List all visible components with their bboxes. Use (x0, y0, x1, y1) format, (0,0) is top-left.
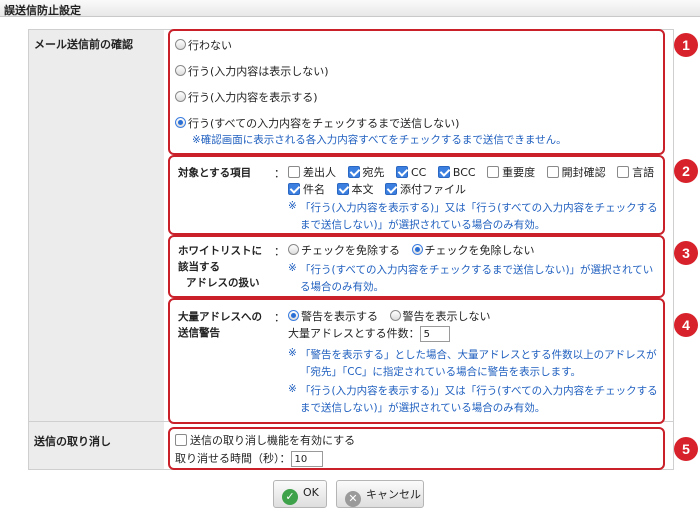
checkbox-checked-icon[interactable] (336, 183, 349, 195)
undo-time-input[interactable]: 10 (290, 451, 323, 467)
radio-selected-icon[interactable] (175, 117, 186, 128)
whitelist-options: チェックを免除する チェックを免除しない (288, 242, 535, 258)
whitelist-note-line2: る場合のみ有効。 (300, 281, 384, 293)
checkbox-icon[interactable] (617, 166, 630, 178)
checkbox-sender[interactable]: 差出人 (288, 166, 336, 179)
undo-send-box: 送信の取り消し機能を有効にする 取り消せる時間（秒）： 10 (168, 427, 665, 470)
mass-note2-line2: まで送信しない)」が選択されている場合のみ有効。 (300, 402, 546, 414)
checkbox-checked-icon[interactable] (347, 166, 360, 178)
mass-count-input[interactable]: 5 (419, 326, 450, 342)
whitelist-label-line3: アドレスの扱い (186, 277, 260, 289)
whitelist-box: ホワイトリストに 該当する アドレスの扱い ： チェックを免除する チェックを免… (168, 235, 665, 298)
whitelist-note-mark: ※ (288, 262, 297, 274)
close-icon: ✕ (345, 491, 361, 507)
mass-label-line2: 送信警告 (178, 327, 220, 339)
checkbox-checked-icon[interactable] (437, 166, 450, 178)
whitelist-note-line1: 「行う(すべての入力内容をチェックするまで送信しない)」が選択されてい (300, 264, 654, 276)
target-items-label: 対象とする項目 (178, 167, 252, 179)
cancel-button[interactable]: ✕ キャンセル (336, 480, 424, 508)
radio-icon[interactable] (175, 65, 186, 76)
row-label-confirm: メール送信前の確認 (34, 38, 133, 51)
mass-note1-line1: 「警告を表示する」とした場合、大量アドレスとする件数以上のアドレスが (300, 349, 657, 361)
checkbox-checked-icon[interactable] (288, 183, 300, 195)
marker-4: 4 (674, 313, 698, 337)
checkbox-read-receipt[interactable]: 開封確認 (546, 166, 606, 179)
radio-icon[interactable] (175, 39, 186, 50)
check-icon: ✓ (282, 489, 298, 505)
checkbox-cc[interactable]: CC (396, 166, 426, 179)
checkbox-icon[interactable] (288, 166, 300, 178)
colon: ： (274, 167, 285, 180)
dialog-title: 誤送信防止設定 (0, 0, 700, 17)
radio-selected-icon[interactable] (288, 310, 299, 321)
radio-not-exempt[interactable]: チェックを免除しない (411, 244, 535, 257)
mass-warning-box: 大量アドレスへの 送信警告 ： 警告を表示する 警告を表示しない 大量アドレスと… (168, 298, 665, 424)
colon: ： (274, 245, 285, 258)
whitelist-label-line2: 該当する (178, 261, 220, 273)
radio-icon[interactable] (389, 310, 401, 321)
radio-icon[interactable] (175, 91, 186, 102)
checkbox-body[interactable]: 本文 (336, 183, 374, 196)
mass-note1-mark: ※ (288, 347, 297, 359)
mass-note2-line1: 「行う(入力内容を表示する)」又は「行う(すべての入力内容をチェックする (300, 385, 658, 397)
mass-note1-line2: 「宛先」「CC」に指定されている場合に警告を表示します。 (300, 366, 582, 378)
label-column: メール送信前の確認 送信の取り消し (29, 30, 673, 469)
confirm-option-display[interactable]: 行う(入力内容を表示する) (175, 89, 318, 105)
mass-count-label: 大量アドレスとする件数： (288, 327, 420, 340)
radio-exempt[interactable]: チェックを免除する (288, 244, 400, 257)
undo-time-row: 取り消せる時間（秒）： 10 (175, 450, 323, 467)
undo-checkbox[interactable]: 送信の取り消し機能を有効にする (175, 432, 355, 448)
checkbox-to[interactable]: 宛先 (347, 166, 385, 179)
checkbox-icon[interactable] (487, 166, 500, 178)
checkbox-icon[interactable] (546, 166, 559, 178)
confirm-note: ※確認画面に表示される各入力内容すべてをチェックするまで送信できません。 (192, 134, 567, 146)
mass-count-row: 大量アドレスとする件数： 5 (288, 325, 450, 342)
marker-5: 5 (674, 437, 698, 461)
radio-show-warning[interactable]: 警告を表示する (288, 310, 378, 323)
target-items-row2: 件名 本文 添付ファイル (288, 181, 466, 197)
confirm-option-no-display[interactable]: 行う(入力内容は表示しない) (175, 63, 329, 79)
checkbox-icon[interactable] (175, 434, 187, 446)
checkbox-priority[interactable]: 重要度 (487, 166, 535, 179)
mass-note2-mark: ※ (288, 383, 297, 395)
checkbox-bcc[interactable]: BCC (437, 166, 476, 179)
mass-options: 警告を表示する 警告を表示しない (288, 308, 491, 324)
confirm-option-none[interactable]: 行わない (175, 37, 232, 53)
target-note-mark: ※ (288, 200, 297, 212)
marker-1: 1 (674, 33, 698, 57)
checkbox-checked-icon[interactable] (385, 183, 397, 195)
target-items-row1: 差出人 宛先 CC BCC 重要度 開封確認 言語 (288, 164, 654, 180)
confirm-options-box: 行わない 行う(入力内容は表示しない) 行う(入力内容を表示する) 行う(すべて… (168, 29, 665, 155)
undo-time-label: 取り消せる時間（秒）： (175, 452, 291, 465)
row-label-cancel: 送信の取り消し (34, 435, 111, 448)
confirm-option-check-all[interactable]: 行う(すべての入力内容をチェックするまで送信しない) (175, 115, 459, 131)
checkbox-language[interactable]: 言語 (617, 166, 654, 179)
mass-label-line1: 大量アドレスへの (178, 311, 262, 323)
checkbox-attachment[interactable]: 添付ファイル (385, 183, 466, 196)
marker-2: 2 (674, 159, 698, 183)
target-items-box: 対象とする項目 ： 差出人 宛先 CC BCC 重要度 開封確認 言語 件名 本… (168, 155, 665, 235)
checkbox-checked-icon[interactable] (396, 166, 408, 178)
whitelist-label-line1: ホワイトリストに (178, 245, 262, 257)
target-note-line2: まで送信しない)」が選択されている場合のみ有効。 (300, 219, 546, 231)
target-note-line1: 「行う(入力内容を表示する)」又は「行う(すべての入力内容をチェックする (300, 202, 658, 214)
radio-icon[interactable] (288, 244, 299, 255)
radio-selected-icon[interactable] (411, 244, 423, 255)
colon: ： (274, 311, 285, 324)
marker-3: 3 (674, 241, 698, 265)
radio-hide-warning[interactable]: 警告を表示しない (389, 310, 491, 323)
checkbox-subject[interactable]: 件名 (288, 183, 325, 196)
ok-button[interactable]: ✓ OK (273, 480, 327, 508)
